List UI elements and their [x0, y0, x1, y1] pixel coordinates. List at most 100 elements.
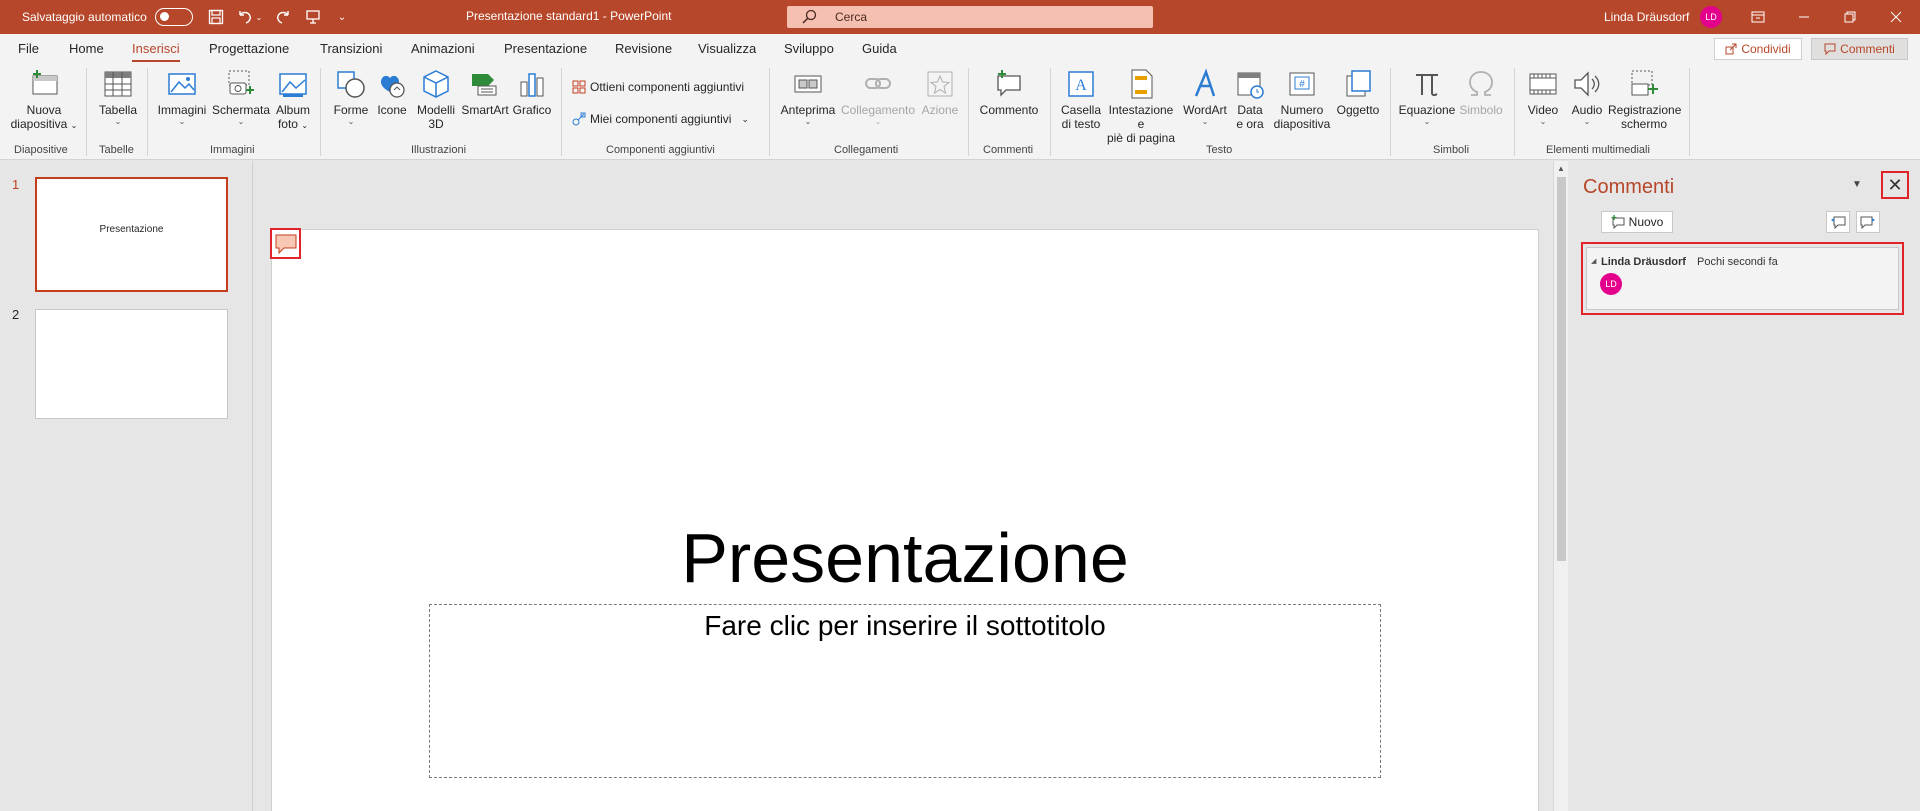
text-box-label-2: di testo [1061, 117, 1101, 131]
icons-button[interactable]: Icone [374, 68, 410, 117]
pane-options-icon[interactable]: ▼ [1852, 179, 1862, 190]
tab-progettazione[interactable]: Progettazione [209, 41, 289, 56]
slide-number-icon: # [1289, 72, 1315, 96]
vertical-scrollbar[interactable]: ▲ [1553, 161, 1568, 811]
symbol-button[interactable]: Simbolo [1456, 68, 1506, 117]
collapse-thread-icon[interactable]: ◢ [1591, 257, 1596, 265]
search-box[interactable] [787, 6, 1153, 28]
new-comment-label: Commento [979, 103, 1039, 117]
video-button[interactable]: Video ⌄ [1522, 68, 1564, 127]
equation-button[interactable]: Equazione ⌄ [1396, 68, 1458, 127]
restore-icon[interactable] [1827, 0, 1873, 34]
comment-marker[interactable] [270, 228, 301, 259]
wordart-button[interactable]: WordArt ⌄ [1180, 68, 1230, 127]
tab-visualizza[interactable]: Visualizza [698, 41, 756, 56]
zoom-preview-label: Anteprima [780, 103, 836, 117]
tab-presentazione[interactable]: Presentazione [504, 41, 587, 56]
slide-thumbnail-1[interactable]: Presentazione [35, 177, 228, 292]
video-icon [1529, 73, 1557, 95]
scrollbar-thumb[interactable] [1557, 177, 1566, 561]
undo-icon[interactable] [236, 8, 254, 26]
redo-icon[interactable] [274, 8, 292, 26]
new-comment-button[interactable]: Commento [976, 68, 1042, 117]
comment-author: Linda Dräusdorf [1601, 256, 1686, 268]
close-icon: ✕ [1887, 174, 1903, 195]
tab-revisione[interactable]: Revisione [615, 41, 672, 56]
search-input[interactable] [835, 9, 1135, 25]
screenshot-button[interactable]: Schermata ⌄ [211, 68, 271, 127]
slide-title[interactable]: Presentazione [272, 518, 1538, 598]
ribbon-separator [86, 68, 87, 156]
customize-qat-icon[interactable]: ⌄ [333, 8, 351, 26]
new-slide-button[interactable]: Nuova diapositiva ⌄ [8, 68, 80, 133]
object-button[interactable]: Oggetto [1334, 68, 1382, 117]
comment-avatar: LD [1600, 273, 1622, 295]
comments-button[interactable]: Commenti [1811, 38, 1908, 60]
shapes-icon [337, 71, 365, 98]
group-label-commenti: Commenti [983, 144, 1034, 156]
link-button[interactable]: Collegamento ⌄ [838, 68, 918, 127]
tab-transizioni[interactable]: Transizioni [320, 41, 382, 56]
screen-recording-button[interactable]: Registrazione schermo [1608, 68, 1682, 131]
shapes-button[interactable]: Forme ⌄ [328, 68, 374, 127]
user-avatar[interactable]: LD [1700, 6, 1722, 28]
save-icon[interactable] [207, 8, 225, 26]
ribbon-display-options-icon[interactable] [1735, 0, 1781, 34]
ribbon-separator [1689, 68, 1690, 156]
smartart-button[interactable]: SmartArt [460, 68, 510, 117]
comment-bubble-icon [275, 234, 296, 254]
comments-pane-title: Commenti [1583, 176, 1675, 198]
3d-models-button[interactable]: Modelli 3D [411, 68, 461, 131]
group-label-illustrazioni: Illustrazioni [411, 144, 467, 156]
pictures-button[interactable]: Immagini ⌄ [154, 68, 210, 127]
equation-label: Equazione [1398, 103, 1456, 117]
omega-icon [1469, 71, 1493, 96]
tab-sviluppo[interactable]: Sviluppo [784, 41, 834, 56]
audio-button[interactable]: Audio ⌄ [1566, 68, 1608, 127]
share-button[interactable]: Condividi [1714, 38, 1802, 60]
table-button[interactable]: Tabella ⌄ [94, 68, 142, 127]
comment-thread[interactable]: ◢ Linda Dräusdorf Pochi secondi fa LD [1581, 242, 1904, 315]
screen-recording-label-1: Registrazione [1608, 103, 1682, 117]
tab-inserisci[interactable]: Inserisci [132, 41, 180, 62]
text-box-button[interactable]: A Casella di testo [1058, 68, 1104, 131]
header-footer-button[interactable]: Intestazione e piè di pagina [1104, 68, 1178, 145]
date-time-button[interactable]: Data e ora [1230, 68, 1270, 131]
photo-album-button[interactable]: Album foto ⌄ [272, 68, 314, 133]
slide-thumbnail-2[interactable] [35, 309, 228, 419]
close-pane-button[interactable]: ✕ [1881, 171, 1909, 199]
undo-dropdown-icon[interactable]: ⌄ [254, 8, 264, 26]
slide[interactable]: Presentazione Fare clic per inserire il … [271, 229, 1539, 811]
minimize-icon[interactable] [1781, 0, 1827, 34]
zoom-preview-icon [794, 75, 822, 93]
close-window-icon[interactable] [1873, 0, 1919, 34]
action-button[interactable]: Azione [918, 68, 962, 117]
svg-text:#: # [1299, 79, 1305, 90]
my-addins-button[interactable]: Miei componenti aggiuntivi ⌄ [572, 112, 749, 126]
tab-home[interactable]: Home [69, 41, 104, 56]
user-name[interactable]: Linda Dräusdorf [1604, 10, 1689, 24]
chart-label: Grafico [512, 103, 552, 117]
start-presentation-icon[interactable] [304, 8, 322, 26]
tab-file[interactable]: File [18, 41, 39, 56]
previous-comment-button[interactable] [1826, 211, 1850, 233]
ribbon-separator [320, 68, 321, 156]
slide-number-button[interactable]: # Numero diapositiva [1272, 68, 1332, 131]
subtitle-placeholder-text: Fare clic per inserire il sottotitolo [704, 610, 1106, 641]
text-box-label-1: Casella [1060, 103, 1102, 117]
chart-button[interactable]: Grafico [510, 68, 554, 117]
tab-guida[interactable]: Guida [862, 41, 897, 56]
subtitle-placeholder[interactable]: Fare clic per inserire il sottotitolo [429, 604, 1381, 778]
group-label-tabelle: Tabelle [99, 144, 134, 156]
chart-icon [520, 73, 544, 97]
photo-album-label-2: foto [277, 117, 298, 131]
zoom-preview-button[interactable]: Anteprima ⌄ [776, 68, 840, 127]
next-comment-button[interactable] [1856, 211, 1880, 233]
get-addins-button[interactable]: Ottieni componenti aggiuntivi [572, 80, 744, 94]
previous-comment-icon [1831, 216, 1846, 229]
scroll-up-icon[interactable]: ▲ [1557, 164, 1565, 173]
tab-animazioni[interactable]: Animazioni [411, 41, 475, 56]
autosave-toggle[interactable] [155, 8, 193, 26]
new-comment-pane-button[interactable]: Nuovo [1601, 211, 1673, 233]
svg-text:A: A [1075, 77, 1087, 94]
